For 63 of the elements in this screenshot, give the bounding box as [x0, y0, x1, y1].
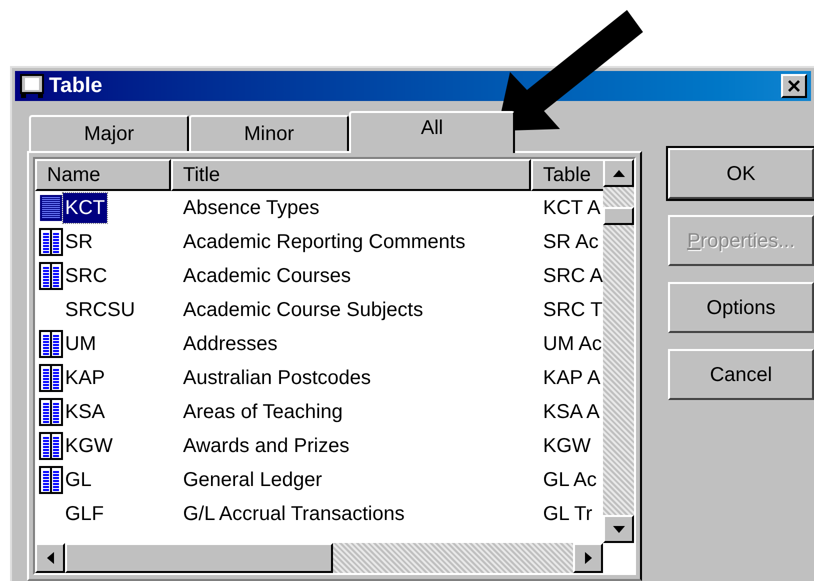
table-name[interactable]: SRCSU — [63, 295, 138, 325]
table-title: Academic Courses — [183, 264, 351, 289]
table-title: Australian Postcodes — [183, 366, 371, 391]
table-name[interactable]: GL — [63, 465, 94, 495]
table-name[interactable]: KSA — [63, 397, 108, 427]
scroll-up-button[interactable] — [603, 159, 634, 187]
table-cell-text: GL Ac — [543, 468, 597, 493]
right-arrow-icon — [584, 552, 592, 564]
scroll-thumb[interactable] — [65, 543, 333, 573]
table-title: Areas of Teaching — [183, 400, 343, 425]
table-icon — [39, 466, 63, 494]
down-arrow-icon — [612, 526, 625, 532]
table-cell-text: KAP A — [543, 366, 600, 391]
table-cell-text: SR Ac — [543, 230, 599, 255]
table-name[interactable]: UM — [63, 329, 98, 359]
table-title: Absence Types — [183, 196, 320, 221]
scroll-left-button[interactable] — [35, 543, 65, 573]
table-icon — [39, 262, 63, 290]
table-title: Addresses — [183, 332, 278, 357]
table-icon — [39, 432, 63, 460]
dialog-button[interactable]: Cancel — [668, 349, 814, 400]
window-title: Table — [49, 73, 102, 100]
table-title: Academic Course Subjects — [183, 298, 424, 323]
table-cell-text: UM Ac — [543, 332, 602, 357]
dialog-button[interactable]: OK — [668, 148, 814, 199]
column-header[interactable]: Title — [171, 159, 531, 191]
table-cell-text: KGW — [543, 434, 591, 459]
horizontal-scrollbar[interactable] — [35, 543, 603, 573]
table-icon — [39, 228, 63, 256]
close-button[interactable] — [781, 74, 807, 98]
table-name[interactable]: KAP — [63, 363, 108, 393]
table-name[interactable]: SRC — [63, 261, 110, 291]
table-cell-text: KCT A — [543, 196, 600, 221]
column-header[interactable]: Name — [35, 159, 171, 191]
table-cell-text: SRC T — [543, 298, 603, 323]
table-cell-text: KSA A — [543, 400, 600, 425]
table-icon — [19, 73, 45, 99]
table-name[interactable]: KCT — [63, 193, 107, 223]
table-cell-text: GL Tr — [543, 502, 592, 527]
table-icon — [39, 364, 63, 392]
table-title: G/L Accrual Transactions — [183, 502, 405, 527]
close-icon — [787, 79, 801, 93]
scroll-thumb[interactable] — [603, 207, 634, 225]
table-cell-text: SRC A — [543, 264, 604, 289]
dialog-button[interactable]: Options — [668, 282, 814, 333]
table-name[interactable]: SR — [63, 227, 95, 257]
table-title: General Ledger — [183, 468, 322, 493]
tab[interactable]: Minor — [189, 115, 349, 151]
table-icon — [39, 330, 63, 358]
table-name[interactable]: GLF — [63, 499, 106, 529]
vertical-scrollbar[interactable] — [603, 159, 634, 543]
left-arrow-icon — [46, 552, 54, 564]
table-icon — [39, 194, 63, 222]
tab[interactable]: Major — [29, 115, 189, 151]
table-title: Academic Reporting Comments — [183, 230, 466, 255]
table-name[interactable]: KGW — [63, 431, 115, 461]
scroll-down-button[interactable] — [603, 515, 634, 543]
tab[interactable]: All — [349, 111, 515, 153]
table-icon — [39, 398, 63, 426]
scroll-right-button[interactable] — [573, 543, 603, 573]
up-arrow-icon — [612, 170, 625, 176]
column-header[interactable]: Table — [531, 159, 604, 191]
table-title: Awards and Prizes — [183, 434, 350, 459]
